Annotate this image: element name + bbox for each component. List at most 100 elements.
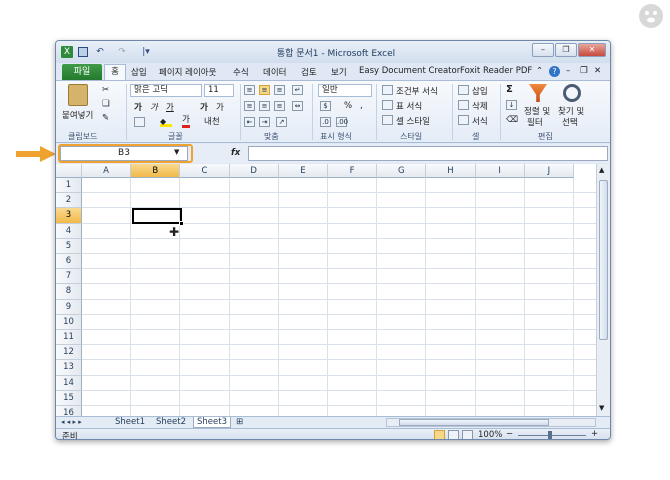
undo-icon[interactable]: ↶ xyxy=(94,46,106,58)
active-cell-b3[interactable] xyxy=(132,208,182,224)
page-layout-view-icon[interactable] xyxy=(448,430,459,439)
copy-icon[interactable]: ❏ xyxy=(102,99,110,109)
wrap-text-icon[interactable]: ↵ xyxy=(292,85,303,95)
format-table-button[interactable]: 표 서식 xyxy=(396,100,422,112)
find-select-label-2[interactable]: 선택 xyxy=(562,116,578,128)
shrink-font-button[interactable]: 가 xyxy=(216,101,224,113)
format-table-icon[interactable] xyxy=(382,100,393,110)
scroll-down-icon[interactable]: ▼ xyxy=(599,404,604,412)
decrease-indent-icon[interactable]: ⇤ xyxy=(244,117,255,127)
doc-restore-icon[interactable]: ❐ xyxy=(580,66,588,76)
sort-filter-icon[interactable] xyxy=(529,84,547,102)
underline-button[interactable]: 가 xyxy=(166,101,174,113)
font-name-select[interactable]: 맑은 고딕 xyxy=(130,84,202,97)
tab-review[interactable]: 검토 xyxy=(301,66,317,78)
percent-style-button[interactable]: % xyxy=(344,101,352,111)
zoom-level[interactable]: 100% xyxy=(478,430,502,439)
redo-icon[interactable]: ↷ xyxy=(116,46,128,58)
tab-formulas[interactable]: 수식 xyxy=(233,66,249,78)
row-header[interactable]: 15 xyxy=(56,390,82,406)
fill-color-icon[interactable]: ◆ xyxy=(160,117,172,127)
zoom-slider-thumb[interactable] xyxy=(548,431,552,439)
customize-qat-icon[interactable]: |▾ xyxy=(138,46,154,58)
align-right-icon[interactable]: ≡ xyxy=(274,101,285,111)
column-header[interactable]: I xyxy=(475,164,525,178)
format-painter-icon[interactable]: ✎ xyxy=(102,113,109,123)
clear-icon[interactable]: ⌫ xyxy=(506,115,518,125)
font-color-button[interactable]: 가 xyxy=(182,115,190,128)
increase-decimal-icon[interactable]: .0 xyxy=(320,117,331,127)
row-header[interactable]: 13 xyxy=(56,360,82,376)
doc-close-icon[interactable]: ✕ xyxy=(594,66,601,76)
sheet-tab-2[interactable]: Sheet2 xyxy=(153,417,189,428)
row-header[interactable]: 7 xyxy=(56,269,82,285)
fill-icon[interactable]: ↓ xyxy=(506,100,517,110)
normal-view-icon[interactable] xyxy=(434,430,445,439)
excel-app-icon[interactable]: X xyxy=(61,46,73,58)
doc-minimize-icon[interactable]: – xyxy=(566,66,570,76)
column-header[interactable]: G xyxy=(377,164,427,178)
tab-page-layout[interactable]: 페이지 레이아웃 xyxy=(159,66,216,78)
tab-data[interactable]: 데이터 xyxy=(263,66,286,78)
scroll-thumb[interactable] xyxy=(599,180,608,340)
row-header[interactable]: 9 xyxy=(56,299,82,315)
scroll-up-icon[interactable]: ▲ xyxy=(599,166,604,174)
paste-icon[interactable] xyxy=(68,84,88,106)
help-icon[interactable]: ? xyxy=(549,66,560,77)
tab-view[interactable]: 보기 xyxy=(331,66,347,78)
sheet-tab-3[interactable]: Sheet3 xyxy=(193,417,231,428)
minimize-button[interactable]: – xyxy=(532,43,554,57)
number-format-select[interactable]: 일반 xyxy=(318,84,372,97)
bold-button[interactable]: 가 xyxy=(134,101,142,113)
tab-insert[interactable]: 삽입 xyxy=(131,66,147,78)
zoom-in-button[interactable]: + xyxy=(591,429,598,439)
insert-function-icon[interactable]: fx xyxy=(231,148,240,158)
delete-cells-button[interactable]: 삭제 xyxy=(472,100,488,112)
vertical-scrollbar[interactable]: ▲ ▼ xyxy=(596,164,610,416)
column-header[interactable]: B xyxy=(131,164,181,178)
column-header[interactable]: F xyxy=(328,164,378,178)
column-header[interactable]: C xyxy=(180,164,230,178)
row-header[interactable]: 4 xyxy=(56,223,82,239)
font-size-select[interactable]: 11 xyxy=(204,84,234,97)
orientation-icon[interactable]: ↗ xyxy=(276,117,287,127)
increase-indent-icon[interactable]: ⇥ xyxy=(259,117,270,127)
column-header[interactable]: J xyxy=(524,164,574,178)
conditional-format-button[interactable]: 조건부 서식 xyxy=(396,85,438,97)
format-cells-icon[interactable] xyxy=(458,115,469,125)
row-header[interactable]: 5 xyxy=(56,238,82,254)
zoom-out-button[interactable]: − xyxy=(506,429,513,439)
delete-cells-icon[interactable] xyxy=(458,100,469,110)
h-scroll-thumb[interactable] xyxy=(399,419,549,426)
sort-filter-label-2[interactable]: 필터 xyxy=(527,116,543,128)
insert-cells-icon[interactable] xyxy=(458,85,469,95)
align-left-icon[interactable]: ≡ xyxy=(244,101,255,111)
restore-button[interactable]: ❐ xyxy=(555,43,577,57)
row-header[interactable]: 11 xyxy=(56,330,82,346)
row-header[interactable]: 10 xyxy=(56,314,82,330)
row-header[interactable]: 8 xyxy=(56,284,82,300)
select-all-corner[interactable] xyxy=(56,164,82,178)
insert-sheet-icon[interactable]: ⊞ xyxy=(236,417,243,428)
tab-file[interactable]: 파일 xyxy=(62,64,102,80)
row-header[interactable]: 6 xyxy=(56,254,82,270)
column-header[interactable]: E xyxy=(278,164,328,178)
row-header[interactable]: 12 xyxy=(56,345,82,361)
insert-cells-button[interactable]: 삽입 xyxy=(472,85,488,97)
cell-styles-button[interactable]: 셀 스타일 xyxy=(396,115,430,127)
row-header[interactable]: 2 xyxy=(56,193,82,209)
merge-center-icon[interactable]: ⇔ xyxy=(292,101,303,111)
find-select-icon[interactable] xyxy=(563,84,581,102)
page-break-view-icon[interactable] xyxy=(462,430,473,439)
align-bottom-icon[interactable]: ≡ xyxy=(274,85,285,95)
grow-font-button[interactable]: 가 xyxy=(200,101,208,113)
decrease-decimal-icon[interactable]: .00 xyxy=(336,117,348,127)
column-header[interactable]: A xyxy=(82,164,132,178)
save-icon[interactable] xyxy=(78,47,88,57)
autosum-button[interactable]: Σ xyxy=(506,84,513,95)
fill-handle[interactable] xyxy=(179,221,184,226)
accounting-format-icon[interactable]: $ xyxy=(320,101,331,111)
align-center-icon[interactable]: ≡ xyxy=(259,101,270,111)
worksheet-grid[interactable]: ABCDEFGHIJ 1 2 3 4 5 6 7 8 9 10 11 12 13 14 15 16 ✚ ▲ ▼ xyxy=(56,164,610,422)
sheet-tab-1[interactable]: Sheet1 xyxy=(112,417,148,428)
